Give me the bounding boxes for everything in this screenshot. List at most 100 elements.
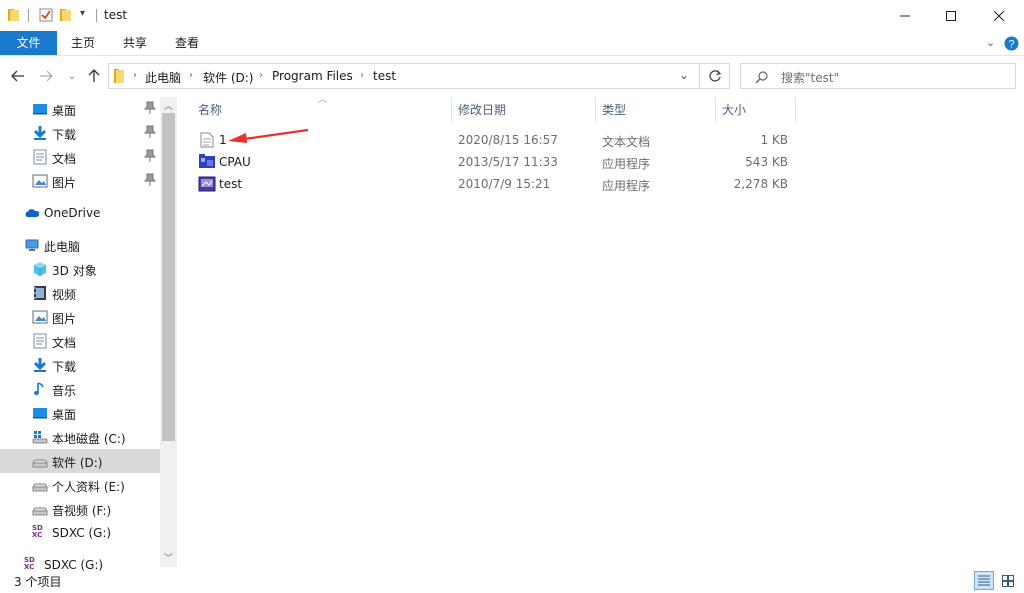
breadcrumb-separator-icon: › <box>360 70 364 81</box>
nav-item-videos[interactable]: 视频 <box>0 281 160 305</box>
nav-item-this-pc[interactable]: 此电脑 <box>0 233 160 257</box>
maximize-icon <box>946 10 956 21</box>
breadcrumb-separator-icon: › <box>259 70 263 81</box>
pin-icon[interactable] <box>144 125 156 139</box>
quick-access-dropdown-icon[interactable]: ▾ <box>80 8 85 19</box>
nav-item-downloads[interactable]: 下载 <box>0 353 160 377</box>
drive-icon <box>32 483 48 492</box>
drive-icon <box>32 459 48 468</box>
scroll-up-icon[interactable]: ︿ <box>164 99 173 112</box>
window-title: test <box>104 8 128 22</box>
column-header-name[interactable]: 名称 <box>198 101 222 118</box>
help-icon[interactable]: ? <box>1004 36 1019 51</box>
up-arrow-icon <box>88 69 100 82</box>
nav-item-label: 下载 <box>52 128 77 142</box>
app-icon <box>198 176 216 192</box>
download-icon <box>33 358 47 372</box>
nav-item-documents-pinned[interactable]: 文档 <box>0 145 160 169</box>
nav-item-sdxc-g[interactable]: SD XC SDXC (G:) <box>0 521 160 545</box>
minimize-icon <box>900 15 910 16</box>
tab-share[interactable]: 共享 <box>109 31 161 55</box>
search-icon <box>755 71 768 84</box>
nav-item-label: 视频 <box>52 288 77 302</box>
nav-item-label: 桌面 <box>52 408 77 422</box>
large-icons-view-button[interactable] <box>998 571 1018 590</box>
item-count: 3 个项目 <box>14 575 62 589</box>
nav-item-3d-objects[interactable]: 3D 对象 <box>0 257 160 281</box>
address-dropdown-icon[interactable]: ⌄ <box>679 68 689 82</box>
nav-item-label: 音乐 <box>52 384 77 398</box>
nav-item-music[interactable]: 音乐 <box>0 377 160 401</box>
nav-item-label: 软件 (D:) <box>52 456 103 470</box>
back-button[interactable] <box>8 64 28 88</box>
nav-item-drive-e[interactable]: 个人资料 (E:) <box>0 473 160 497</box>
file-row[interactable]: test 2010/7/9 15:21 应用程序 2,278 KB <box>190 173 800 195</box>
nav-item-desktop[interactable]: 桌面 <box>0 401 160 425</box>
folder-icon <box>8 9 19 21</box>
file-row[interactable]: CPAU 2013/5/17 11:33 应用程序 543 KB <box>190 151 800 173</box>
nav-item-pictures[interactable]: 图片 <box>0 305 160 329</box>
properties-icon[interactable] <box>38 7 54 23</box>
ribbon-expand-icon[interactable]: ⌄ <box>986 36 995 49</box>
pin-icon[interactable] <box>144 149 156 163</box>
up-button[interactable] <box>84 64 104 88</box>
nav-item-pictures-pinned[interactable]: 图片 <box>0 169 160 193</box>
desktop-icon <box>33 104 47 115</box>
nav-item-label: 本地磁盘 (C:) <box>52 432 126 446</box>
text-file-icon <box>200 132 214 148</box>
back-arrow-icon <box>11 70 24 82</box>
breadcrumb-this-pc[interactable]: 此电脑 <box>145 69 181 86</box>
large-icons-view-icon <box>1002 574 1014 587</box>
column-header-date[interactable]: 修改日期 <box>458 101 506 118</box>
breadcrumb-drive-d[interactable]: 软件 (D:) <box>203 69 253 86</box>
search-input[interactable]: 搜索"test" <box>781 69 839 86</box>
file-type: 文本文档 <box>602 135 651 149</box>
breadcrumb-program-files[interactable]: Program Files <box>272 69 353 83</box>
file-date: 2013/5/17 11:33 <box>458 155 558 169</box>
nav-item-drive-d-selected[interactable]: 软件 (D:) <box>0 449 160 473</box>
nav-item-label: 音视频 (F:) <box>52 504 112 518</box>
drive-icon <box>32 507 48 516</box>
file-size: 543 KB <box>745 155 788 169</box>
nav-item-drive-f[interactable]: 音视频 (F:) <box>0 497 160 521</box>
column-header-type[interactable]: 类型 <box>602 101 626 118</box>
details-view-button[interactable] <box>974 571 994 590</box>
close-icon <box>994 10 1004 21</box>
tab-file[interactable]: 文件 <box>0 31 57 55</box>
nav-item-desktop-pinned[interactable]: 桌面 <box>0 97 160 121</box>
video-icon <box>34 286 46 300</box>
picture-icon <box>32 174 48 188</box>
maximize-button[interactable] <box>928 0 974 31</box>
pin-icon[interactable] <box>144 173 156 187</box>
refresh-button[interactable] <box>700 63 730 89</box>
minimize-button[interactable] <box>882 0 928 31</box>
picture-icon <box>32 310 48 324</box>
nav-item-onedrive[interactable]: OneDrive <box>0 201 160 225</box>
tab-home[interactable]: 主页 <box>57 31 109 55</box>
recent-locations-button[interactable]: ⌄ <box>62 64 82 88</box>
status-bar: 3 个项目 <box>0 570 1024 593</box>
address-bar[interactable]: › 此电脑 › 软件 (D:) › Program Files › test ⌄ <box>108 63 700 89</box>
column-header-size[interactable]: 大小 <box>722 101 746 118</box>
nav-item-drive-c[interactable]: 本地磁盘 (C:) <box>0 425 160 449</box>
file-type: 应用程序 <box>602 179 651 193</box>
search-box[interactable]: 搜索"test" <box>740 63 1016 89</box>
forward-button[interactable] <box>36 64 56 88</box>
nav-item-label: 3D 对象 <box>52 264 97 278</box>
nav-item-documents[interactable]: 文档 <box>0 329 160 353</box>
breadcrumb-test[interactable]: test <box>373 69 396 83</box>
file-name: test <box>219 177 243 191</box>
nav-item-downloads-pinned[interactable]: 下载 <box>0 121 160 145</box>
3d-objects-icon <box>34 262 46 276</box>
close-button[interactable] <box>976 0 1022 31</box>
document-icon <box>33 149 47 165</box>
scroll-down-icon[interactable]: ﹀ <box>164 551 173 564</box>
nav-item-label: 文档 <box>52 336 77 350</box>
new-folder-icon[interactable] <box>58 7 74 23</box>
tab-view[interactable]: 查看 <box>161 31 213 55</box>
nav-item-label: 图片 <box>52 312 77 326</box>
file-size: 2,278 KB <box>733 177 788 191</box>
nav-scrollbar[interactable]: ︿ ﹀ <box>160 97 177 567</box>
scrollbar-thumb[interactable] <box>162 113 175 441</box>
pin-icon[interactable] <box>144 101 156 115</box>
